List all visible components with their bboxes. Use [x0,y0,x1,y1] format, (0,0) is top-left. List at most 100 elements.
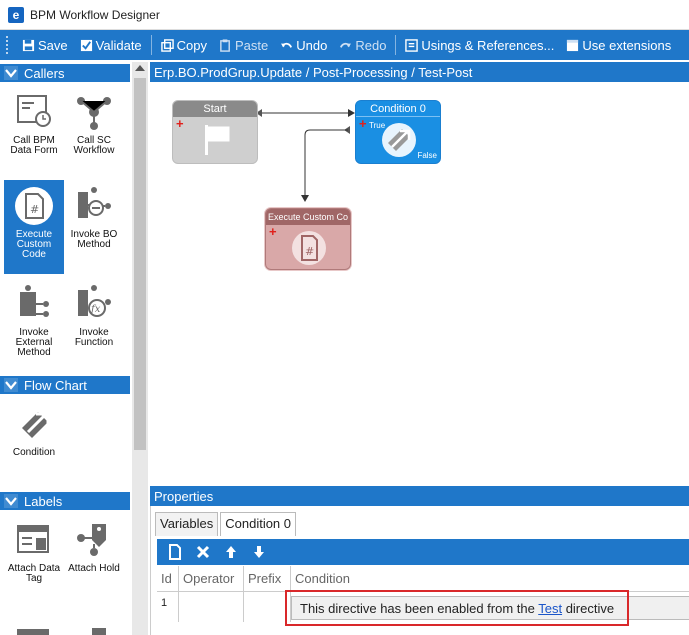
chevron-down-icon [4,66,18,80]
new-row-button[interactable] [161,542,189,562]
undo-button[interactable]: Undo [274,33,333,57]
labels-section-header[interactable]: Labels [0,492,130,510]
palette-item-label: Invoke BO Method [70,229,118,250]
move-up-button[interactable] [217,542,245,562]
references-icon [405,38,419,52]
toolbar-grip[interactable] [6,36,10,54]
cell-operator[interactable] [179,592,244,622]
palette-item-execute-custom-code[interactable]: # Execute Custom Code [4,180,64,274]
save-icon [22,39,35,51]
palette-item-label: Execute Custom Code [15,229,53,260]
labels-title: Labels [24,493,63,509]
activity-palette: Callers Call BPM Data Form Call SC Workf… [0,62,132,635]
window-title: BPM Workflow Designer [30,7,160,22]
column-header-id[interactable]: Id [157,566,179,591]
data-tag-icon [17,525,49,553]
column-header-condition[interactable]: Condition [291,566,689,591]
palette-scrollbar[interactable] [132,62,148,635]
palette-item-label: Invoke Function [74,327,114,348]
validate-button[interactable]: Validate [74,33,148,57]
scroll-up-arrow-icon[interactable] [135,65,145,71]
palette-item-partial[interactable] [64,614,124,635]
usings-references-button[interactable]: Usings & References... [399,33,560,57]
new-document-icon [169,544,181,560]
plus-icon[interactable]: + [359,117,367,130]
plus-icon[interactable]: + [176,117,184,130]
svg-text:#: # [305,245,314,258]
tab-condition-0[interactable]: Condition 0 [220,512,297,536]
title-bar: e BPM Workflow Designer [0,0,689,30]
delete-row-button[interactable] [189,542,217,562]
save-label: Save [38,37,68,53]
breadcrumb: Erp.BO.ProdGrup.Update / Post-Processing… [150,62,689,82]
palette-item-label: Call SC Workflow [73,135,115,156]
save-button[interactable]: Save [16,33,74,57]
properties-panel: Variables Condition 0 Id Operator Prefix… [150,506,689,635]
cell-prefix[interactable] [244,592,291,622]
workflow-icon [77,97,111,130]
grid-header: Id Operator Prefix Condition [157,566,689,592]
palette-item-attach-data-tag[interactable]: Attach Data Tag [4,514,64,594]
column-header-prefix[interactable]: Prefix [244,566,291,591]
copy-icon [160,38,174,52]
highlight-box [285,590,629,626]
palette-item-invoke-bo-method[interactable]: Invoke BO Method [64,180,124,274]
node-execute-custom-code[interactable]: Execute Custom Co + # [265,208,351,270]
hold-icon [77,524,106,556]
copy-button[interactable]: Copy [155,33,213,57]
palette-item-label: Invoke External Method [15,327,53,358]
table-icon [17,629,49,635]
move-down-button[interactable] [245,542,273,562]
node-start[interactable]: Start + [172,100,258,164]
workflow-canvas[interactable]: Start + Condition 0 + True False Execute… [150,82,689,484]
use-extensions-button[interactable]: Use extensions [560,33,677,57]
code-file-icon: # [292,231,326,265]
arrow-head-icon [301,195,309,202]
node-condition[interactable]: Condition 0 + True False [355,100,441,164]
palette-item-call-sc-workflow[interactable]: Call SC Workflow [64,86,124,178]
palette-item-invoke-external-method[interactable]: Invoke External Method [4,278,64,370]
checkbox-icon [80,39,92,51]
plus-icon[interactable]: + [269,225,277,238]
copy-label: Copy [176,37,208,53]
tag-icon [92,628,106,635]
toolbar-separator [395,35,397,55]
extensions-label: Use extensions [582,37,672,53]
condition-icon [382,123,416,157]
palette-item-label: Attach Hold [68,563,120,574]
palette-item-call-bpm-data-form[interactable]: Call BPM Data Form [4,86,64,178]
scrollbar-thumb[interactable] [134,78,146,450]
external-method-icon [20,285,49,317]
cell-id: 1 [157,592,179,622]
bo-method-icon [78,187,111,218]
delete-icon [196,545,210,559]
node-start-title: Start [173,101,257,117]
redo-button[interactable]: Redo [333,33,392,57]
form-icon [17,95,51,127]
usings-label: Usings & References... [421,37,555,53]
palette-item-invoke-function[interactable]: fx Invoke Function [64,278,124,370]
palette-item-condition[interactable]: Condition [4,398,64,468]
toolbar-separator [150,35,152,55]
column-header-operator[interactable]: Operator [179,566,244,591]
flowchart-title: Flow Chart [24,377,87,393]
tab-variables[interactable]: Variables [155,512,219,536]
palette-item-partial[interactable] [4,614,64,635]
function-icon: fx [78,285,111,317]
svg-text:fx: fx [90,304,101,315]
palette-item-label: Condition [12,447,56,458]
callers-title: Callers [24,65,65,81]
node-condition-title: Condition 0 [356,101,440,117]
svg-text:#: # [30,203,39,216]
grid-toolbar [157,539,689,565]
validate-label: Validate [95,37,142,53]
paste-button[interactable]: Paste [213,33,274,57]
palette-item-attach-hold[interactable]: Attach Hold [64,514,124,594]
condition-icon [22,412,50,438]
callers-section-header[interactable]: Callers [0,64,130,82]
chevron-down-icon [4,494,18,508]
condition-false-label: False [417,151,437,160]
node-exec-title: Execute Custom Co [266,209,350,225]
palette-item-label: Call BPM Data Form [10,135,58,156]
flowchart-section-header[interactable]: Flow Chart [0,376,130,394]
